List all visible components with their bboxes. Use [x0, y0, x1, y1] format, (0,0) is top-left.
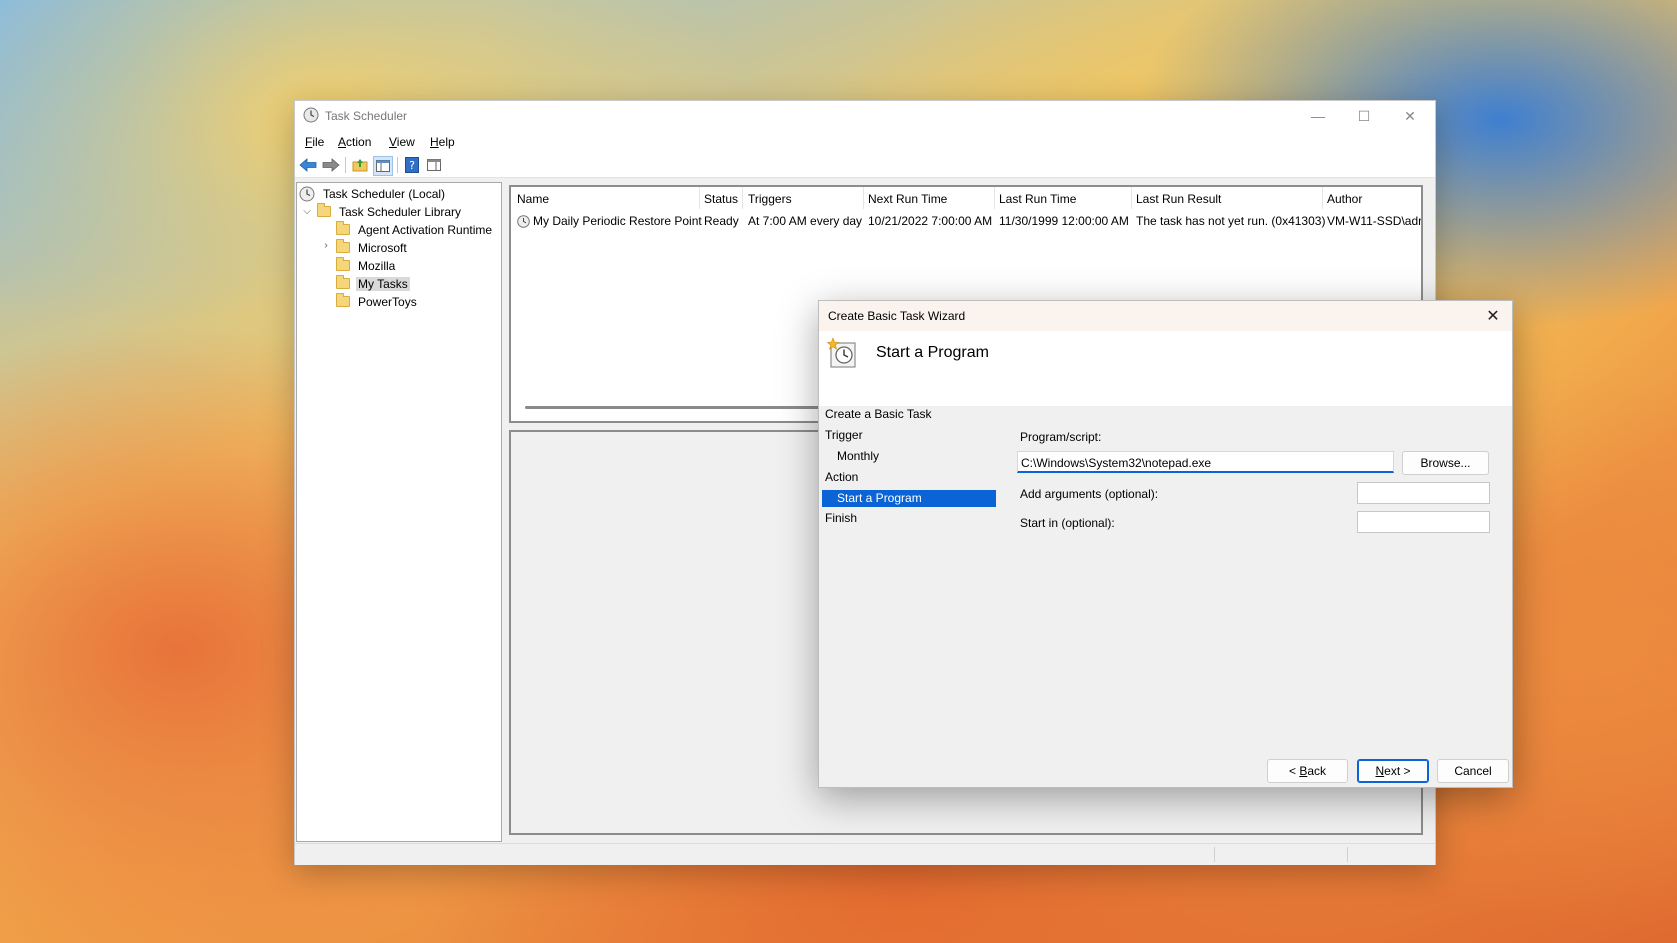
maximize-button[interactable]: ☐ — [1341, 101, 1387, 131]
tree-item-microsoft[interactable]: Microsoft — [336, 239, 409, 256]
dialog-close-button[interactable]: ✕ — [1482, 305, 1504, 327]
window-title: Task Scheduler — [325, 109, 408, 123]
chevron-right-icon[interactable]: › — [321, 240, 331, 251]
column-name[interactable]: Name — [517, 192, 549, 206]
dialog-title-bar[interactable]: Create Basic Task Wizard ✕ — [819, 301, 1512, 331]
start-in-label: Start in (optional): — [1020, 516, 1115, 530]
step-action: Action — [825, 470, 859, 484]
tree-item-powertoys[interactable]: PowerToys — [336, 293, 419, 310]
toolbar: ? — [295, 153, 1435, 178]
add-arguments-input[interactable] — [1357, 482, 1490, 504]
console-tree: Task Scheduler (Local) ⌵ Task Scheduler … — [296, 182, 502, 842]
clock-icon — [303, 107, 319, 123]
folder-icon — [336, 275, 350, 289]
cell-triggers: At 7:00 AM every day — [748, 214, 863, 228]
column-last-run-time[interactable]: Last Run Time — [999, 192, 1076, 206]
next-button[interactable]: Next > — [1357, 759, 1429, 783]
cell-name: My Daily Periodic Restore Point — [533, 214, 702, 228]
cancel-button[interactable]: Cancel — [1437, 759, 1509, 783]
add-arguments-label: Add arguments (optional): — [1020, 487, 1159, 501]
step-trigger: Trigger — [825, 428, 863, 442]
column-author[interactable]: Author — [1327, 192, 1362, 206]
clock-icon — [299, 186, 315, 201]
show-hide-console-tree-icon[interactable] — [373, 156, 393, 176]
horizontal-scrollbar[interactable] — [525, 406, 825, 409]
menu-action[interactable]: Action — [338, 135, 371, 149]
svg-text:?: ? — [409, 159, 415, 172]
step-create-basic-task: Create a Basic Task — [825, 407, 932, 421]
show-action-pane-icon[interactable] — [425, 156, 443, 174]
column-triggers[interactable]: Triggers — [748, 192, 792, 206]
folder-icon — [336, 221, 350, 235]
tree-item-library[interactable]: Task Scheduler Library — [317, 203, 463, 220]
program-script-label: Program/script: — [1020, 430, 1102, 444]
list-header: Name Status Triggers Next Run Time Last … — [511, 187, 1421, 209]
start-in-input[interactable] — [1357, 511, 1490, 533]
cell-author: VM-W11-SSD\adr — [1327, 214, 1423, 228]
program-script-input[interactable]: C:\Windows\System32\notepad.exe — [1017, 451, 1394, 473]
table-row[interactable]: My Daily Periodic Restore Point Ready At… — [511, 211, 1421, 231]
folder-icon — [336, 257, 350, 271]
folder-clock-icon — [317, 203, 331, 217]
cell-last-run-time: 11/30/1999 12:00:00 AM — [999, 214, 1129, 228]
back-arrow-icon[interactable] — [299, 156, 317, 174]
menu-help[interactable]: Help — [430, 135, 455, 149]
task-wizard-icon — [827, 337, 856, 368]
tree-item-local[interactable]: Task Scheduler (Local) — [299, 185, 447, 202]
chevron-down-icon[interactable]: ⌵ — [302, 206, 312, 217]
step-start-a-program: Start a Program — [822, 490, 996, 507]
forward-arrow-icon[interactable] — [322, 156, 340, 174]
tree-item-mozilla[interactable]: Mozilla — [336, 257, 397, 274]
dialog-title: Create Basic Task Wizard — [828, 309, 966, 323]
back-button[interactable]: < Back — [1267, 759, 1348, 783]
cell-next-run-time: 10/21/2022 7:00:00 AM — [868, 214, 993, 228]
cell-status: Ready — [704, 214, 739, 228]
step-finish: Finish — [825, 511, 858, 525]
folder-icon — [336, 293, 350, 307]
dialog-header: Start a Program — [819, 331, 1512, 406]
tree-item-agent-activation-runtime[interactable]: Agent Activation Runtime — [336, 221, 494, 238]
help-icon[interactable]: ? — [403, 156, 421, 174]
close-button[interactable]: ✕ — [1387, 101, 1433, 131]
column-status[interactable]: Status — [704, 192, 738, 206]
menu-view[interactable]: View — [389, 135, 415, 149]
step-monthly: Monthly — [837, 449, 880, 463]
title-bar[interactable]: Task Scheduler — ☐ ✕ — [295, 101, 1435, 131]
up-folder-icon[interactable] — [351, 156, 369, 174]
task-clock-icon — [517, 215, 530, 228]
page-title: Start a Program — [876, 344, 989, 361]
status-bar — [295, 843, 1435, 865]
create-basic-task-wizard: Create Basic Task Wizard ✕ Start a Progr… — [818, 300, 1513, 788]
minimize-button[interactable]: — — [1295, 101, 1341, 131]
column-last-run-result[interactable]: Last Run Result — [1136, 192, 1221, 206]
menu-file[interactable]: File — [305, 135, 324, 149]
menu-bar: File Action View Help — [295, 131, 1435, 153]
folder-icon — [336, 239, 350, 253]
browse-button[interactable]: Browse... — [1402, 451, 1489, 475]
column-next-run-time[interactable]: Next Run Time — [868, 192, 947, 206]
cell-last-run-result: The task has not yet run. (0x41303) — [1136, 214, 1326, 228]
tree-item-my-tasks[interactable]: My Tasks — [336, 275, 410, 292]
